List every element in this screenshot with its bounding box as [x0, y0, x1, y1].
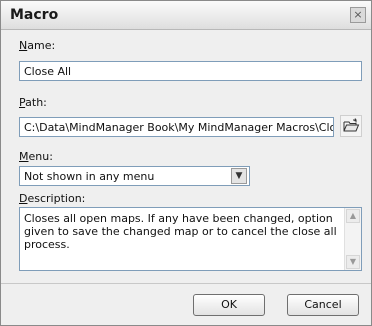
name-label-text: ame: — [27, 39, 56, 52]
browse-button[interactable] — [340, 115, 362, 137]
scroll-up-icon[interactable]: ▲ — [346, 209, 360, 223]
macro-dialog: Macro × Name: Close All Path: C:\Data\Mi… — [0, 0, 372, 326]
name-label: Name: — [19, 39, 55, 52]
close-icon[interactable]: × — [350, 7, 366, 23]
title-bar[interactable]: Macro × — [1, 1, 371, 30]
description-scrollbar[interactable]: ▲ ▼ — [344, 208, 361, 270]
menu-label-text: enu: — [28, 150, 53, 163]
description-label-text: escription: — [27, 192, 86, 205]
scroll-down-icon[interactable]: ▼ — [346, 255, 360, 269]
ok-button[interactable]: OK — [193, 294, 265, 316]
dialog-title: Macro — [10, 7, 59, 23]
path-label-text: ath: — [25, 96, 47, 109]
path-field[interactable]: C:\Data\MindManager Book\My MindManager … — [19, 117, 334, 137]
menu-select[interactable]: Not shown in any menu ▼ — [19, 166, 250, 186]
description-text: Closes all open maps. If any have been c… — [24, 212, 337, 251]
cancel-button[interactable]: Cancel — [287, 294, 359, 316]
menu-label: Menu: — [19, 150, 53, 163]
path-label: Path: — [19, 96, 47, 109]
chevron-down-icon[interactable]: ▼ — [231, 168, 247, 184]
folder-open-icon — [343, 118, 360, 132]
footer-divider — [1, 283, 371, 284]
name-label-accel: N — [19, 39, 28, 52]
description-field[interactable]: Closes all open maps. If any have been c… — [19, 207, 362, 271]
menu-selected-value: Not shown in any menu — [24, 170, 155, 183]
description-label: Description: — [19, 192, 85, 205]
name-field[interactable]: Close All — [19, 61, 362, 81]
menu-label-accel: M — [19, 150, 29, 163]
